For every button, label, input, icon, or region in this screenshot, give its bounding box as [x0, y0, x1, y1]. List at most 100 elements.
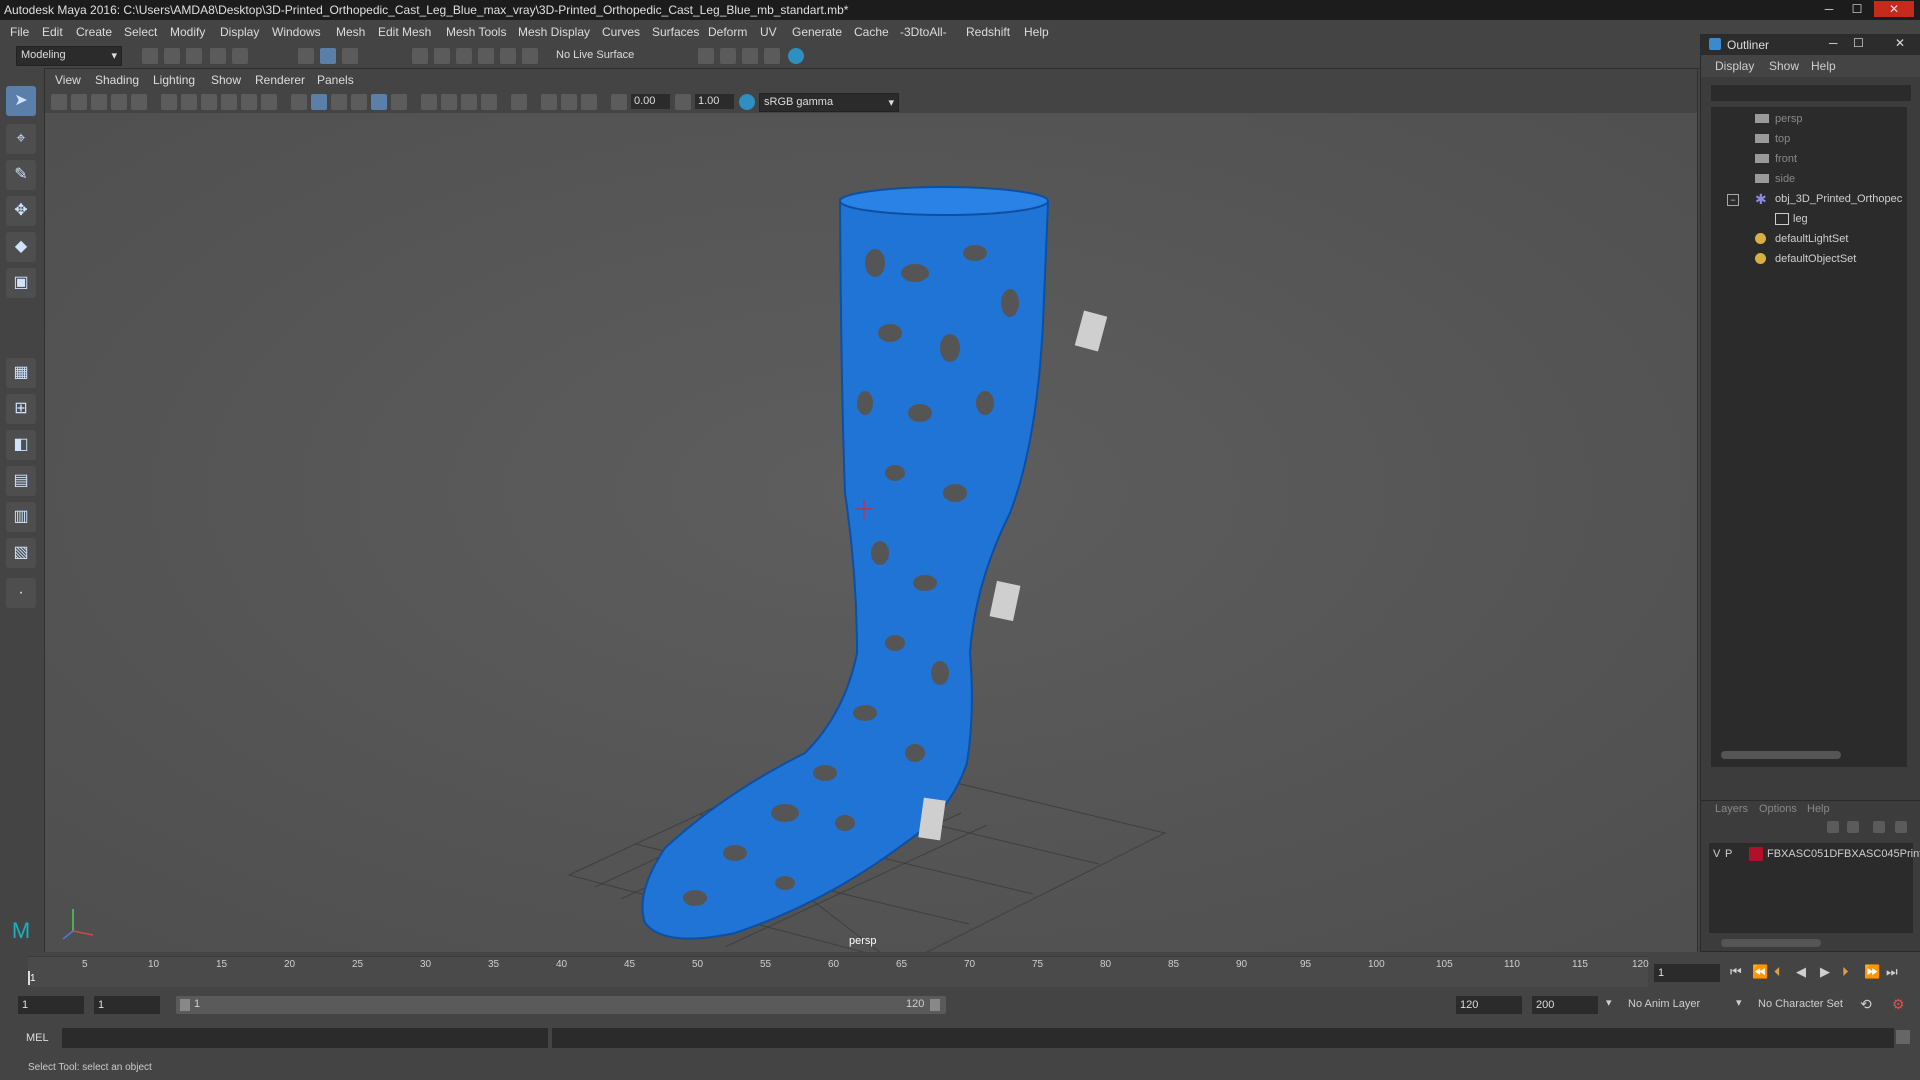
gamma-field[interactable]: 1.00 — [695, 94, 734, 109]
playback-start-field[interactable]: 1 — [94, 996, 160, 1014]
camera-select-icon[interactable] — [51, 94, 67, 110]
chevron-down-icon[interactable]: ▾ — [1736, 996, 1742, 1009]
layout-render-icon[interactable]: ▧ — [6, 538, 36, 568]
menu-mesh-display[interactable]: Mesh Display — [518, 25, 590, 39]
range-end-handle[interactable] — [930, 999, 940, 1011]
panel-menu-view[interactable]: View — [55, 73, 81, 87]
exposure-field[interactable]: 0.00 — [631, 94, 670, 109]
menu-windows[interactable]: Windows — [272, 25, 321, 39]
play-forward-icon[interactable]: ▶ — [1820, 964, 1830, 980]
range-start-handle[interactable] — [180, 999, 190, 1011]
current-frame-field[interactable]: 1 — [1654, 964, 1720, 982]
hypershade-icon[interactable] — [788, 48, 804, 64]
time-slider[interactable]: 1 5 10 15 20 25 30 35 40 45 50 55 60 65 … — [0, 952, 1920, 990]
render-settings-icon[interactable] — [698, 48, 714, 64]
step-forward-frame-icon[interactable]: ⏵ — [1842, 964, 1849, 980]
command-input[interactable] — [62, 1028, 548, 1048]
live-surface-label[interactable]: No Live Surface — [556, 49, 634, 61]
safe-action-icon[interactable] — [261, 94, 277, 110]
color-management-icon[interactable] — [739, 94, 755, 110]
new-layer-icon[interactable] — [1873, 821, 1885, 833]
menu-help[interactable]: Help — [1024, 25, 1049, 39]
panel-menu-lighting[interactable]: Lighting — [153, 73, 195, 87]
layout-single-icon[interactable]: ▦ — [6, 358, 36, 388]
ipr-render-icon[interactable] — [742, 48, 758, 64]
layer-visibility-toggle[interactable]: V — [1713, 848, 1720, 860]
menu-file[interactable]: File — [10, 25, 29, 39]
move-layer-down-icon[interactable] — [1847, 821, 1859, 833]
scene-end-field[interactable]: 200 — [1532, 996, 1598, 1014]
scale-tool-icon[interactable]: ▣ — [6, 268, 36, 298]
scene-canvas[interactable] — [45, 113, 1697, 953]
menu-display[interactable]: Display — [220, 25, 259, 39]
open-scene-icon[interactable] — [164, 48, 180, 64]
outliner-search-input[interactable] — [1711, 85, 1911, 101]
menu-curves[interactable]: Curves — [602, 25, 640, 39]
layout-graph-icon[interactable]: ▥ — [6, 502, 36, 532]
go-to-end-icon[interactable]: ⏭ — [1886, 964, 1898, 980]
xray-joints-icon[interactable] — [561, 94, 577, 110]
xray-components-icon[interactable] — [581, 94, 597, 110]
menu-mesh-tools[interactable]: Mesh Tools — [446, 25, 506, 39]
paint-select-icon[interactable]: ✎ — [6, 160, 36, 190]
list-item[interactable]: top — [1711, 131, 1907, 151]
snap-surface-icon[interactable] — [500, 48, 516, 64]
move-tool-icon[interactable]: ✥ — [6, 196, 36, 226]
list-item[interactable]: front — [1711, 151, 1907, 171]
viewport-panel[interactable]: View Shading Lighting Show Renderer Pane… — [44, 68, 1698, 954]
layout-more-icon[interactable]: · — [6, 578, 36, 608]
list-item[interactable]: leg — [1711, 211, 1907, 231]
snap-curve-icon[interactable] — [434, 48, 450, 64]
maximize-button[interactable]: ☐ — [1844, 1, 1870, 17]
depth-of-field-icon[interactable] — [481, 94, 497, 110]
menu-generate[interactable]: Generate — [792, 25, 842, 39]
playback-end-field[interactable]: 120 — [1456, 996, 1522, 1014]
layers-menu-options[interactable]: Options — [1759, 803, 1797, 815]
go-to-start-icon[interactable]: ⏮ — [1730, 964, 1742, 980]
outliner-menu-display[interactable]: Display — [1715, 59, 1754, 73]
xray-icon[interactable] — [541, 94, 557, 110]
menu-modify[interactable]: Modify — [170, 25, 205, 39]
snap-view-icon[interactable] — [478, 48, 494, 64]
menu-deform[interactable]: Deform — [708, 25, 747, 39]
ambient-occlusion-icon[interactable] — [421, 94, 437, 110]
command-language-label[interactable]: MEL — [26, 1032, 49, 1044]
step-back-frame-icon[interactable]: ⏴ — [1774, 964, 1781, 980]
gamma-icon[interactable] — [675, 94, 691, 110]
snap-grid-icon[interactable] — [412, 48, 428, 64]
layout-four-icon[interactable]: ⊞ — [6, 394, 36, 424]
undo-icon[interactable] — [210, 48, 226, 64]
resolution-gate-icon[interactable] — [201, 94, 217, 110]
motion-blur-icon[interactable] — [441, 94, 457, 110]
field-chart-icon[interactable] — [241, 94, 257, 110]
select-by-component-icon[interactable] — [342, 48, 358, 64]
isolate-select-icon[interactable] — [511, 94, 527, 110]
layer-color-swatch[interactable] — [1749, 847, 1763, 861]
panel-menu-show[interactable]: Show — [211, 73, 241, 87]
menu-edit[interactable]: Edit — [42, 25, 63, 39]
snap-point-icon[interactable] — [456, 48, 472, 64]
list-item[interactable]: defaultObjectSet — [1711, 251, 1907, 271]
scene-start-field[interactable]: 1 — [18, 996, 84, 1014]
chevron-down-icon[interactable]: ▾ — [1606, 996, 1612, 1009]
grease-pencil-icon[interactable] — [131, 94, 147, 110]
list-item[interactable]: − ✱ obj_3D_Printed_Orthopec — [1711, 191, 1907, 211]
select-by-hierarchy-icon[interactable] — [298, 48, 314, 64]
menu-mesh[interactable]: Mesh — [336, 25, 365, 39]
menu-cache[interactable]: Cache — [854, 25, 889, 39]
menu-create[interactable]: Create — [76, 25, 112, 39]
lasso-tool-icon[interactable]: ⌖ — [6, 124, 36, 154]
mode-dropdown[interactable]: Modeling ▾ — [16, 46, 122, 66]
character-set-dropdown[interactable]: No Character Set — [1758, 998, 1843, 1010]
gate-mask-icon[interactable] — [221, 94, 237, 110]
layout-two-icon[interactable]: ◧ — [6, 430, 36, 460]
layers-menu-layers[interactable]: Layers — [1715, 803, 1748, 815]
collapse-icon[interactable]: − — [1727, 194, 1739, 206]
list-item[interactable]: defaultLightSet — [1711, 231, 1907, 251]
redo-icon[interactable] — [232, 48, 248, 64]
use-all-lights-icon[interactable] — [371, 94, 387, 110]
auto-key-icon[interactable]: ⟲ — [1860, 996, 1872, 1013]
outliner-minimize-button[interactable]: ─ — [1829, 36, 1838, 50]
wireframe-on-shaded-icon[interactable] — [331, 94, 347, 110]
menu-edit-mesh[interactable]: Edit Mesh — [378, 25, 431, 39]
